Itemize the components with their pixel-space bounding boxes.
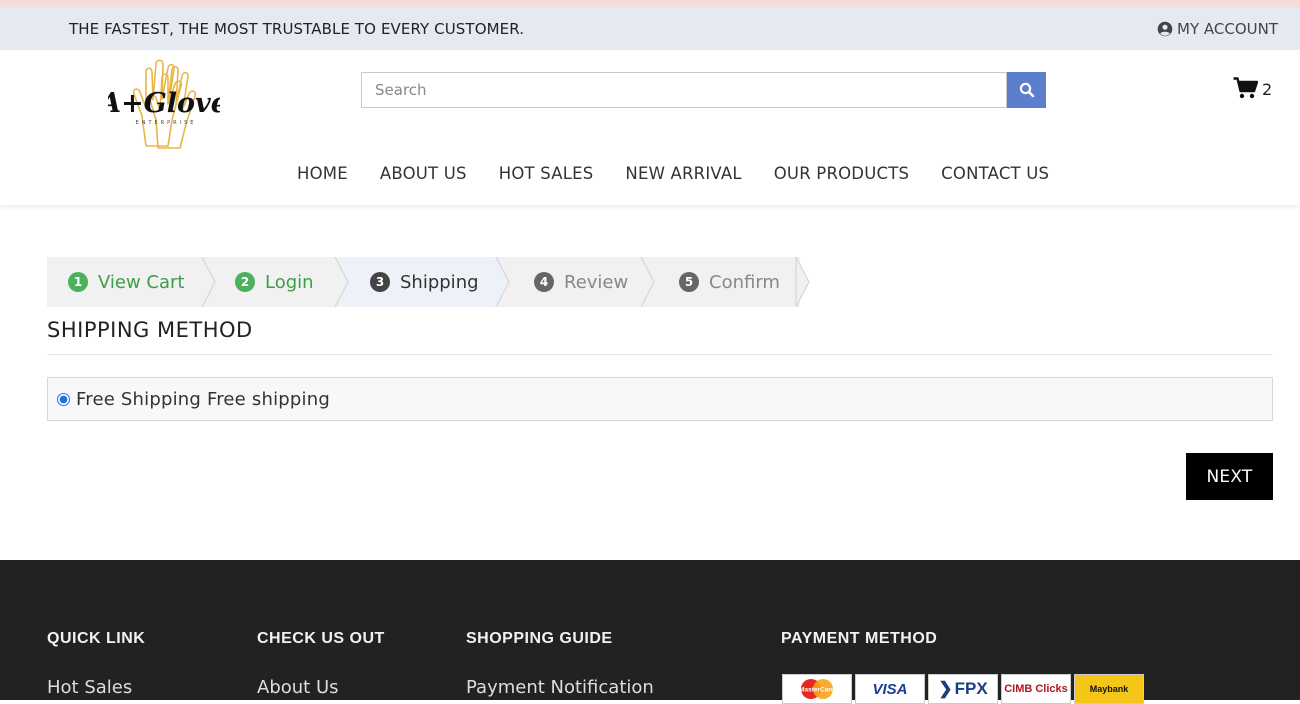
- visa-text: VISA: [872, 680, 908, 698]
- top-bar: THE FASTEST, THE MOST TRUSTABLE TO EVERY…: [0, 7, 1300, 50]
- step-number: 4: [534, 272, 554, 292]
- payment-method-heading: PAYMENT METHOD: [781, 630, 938, 647]
- footer-link-about-us[interactable]: About Us: [257, 677, 339, 698]
- maybank-text: Maybank: [1089, 684, 1129, 694]
- svg-text:A+Glove: A+Glove: [108, 88, 220, 119]
- site-header: A+Glove ENTERPRISE 2 HOME ABOUT US HOT S…: [0, 50, 1300, 205]
- step-login[interactable]: 2 Login: [208, 257, 339, 307]
- tagline: THE FASTEST, THE MOST TRUSTABLE TO EVERY…: [69, 19, 525, 38]
- nav-home[interactable]: HOME: [297, 164, 348, 183]
- cart-count: 2: [1262, 80, 1273, 99]
- site-logo[interactable]: A+Glove ENTERPRISE: [97, 54, 228, 152]
- checkout-steps: 1 View Cart 2 Login 3 Shipping 4 Review …: [47, 257, 810, 307]
- svg-text:ENTERPRISE: ENTERPRISE: [136, 120, 197, 126]
- step-view-cart[interactable]: 1 View Cart: [47, 257, 208, 307]
- footer-link-payment-notification[interactable]: Payment Notification: [466, 677, 654, 698]
- nav-hot-sales[interactable]: HOT SALES: [499, 164, 594, 183]
- cimb-clicks-text: CIMB Clicks: [1004, 683, 1068, 695]
- nav-our-products[interactable]: OUR PRODUCTS: [774, 164, 909, 183]
- my-account-label: MY ACCOUNT: [1177, 19, 1278, 38]
- nav-contact-us[interactable]: CONTACT US: [941, 164, 1049, 183]
- step-number: 1: [68, 272, 88, 292]
- search-button[interactable]: [1007, 72, 1046, 108]
- main-nav: HOME ABOUT US HOT SALES NEW ARRIVAL OUR …: [297, 164, 1081, 183]
- search-bar: [361, 72, 1046, 108]
- step-number: 2: [235, 272, 255, 292]
- mastercard-icon: MasterCard: [799, 679, 835, 699]
- site-footer: QUICK LINK Hot Sales CHECK US OUT About …: [0, 560, 1300, 704]
- step-number: 5: [679, 272, 699, 292]
- shipping-option-row[interactable]: Free Shipping Free shipping: [47, 377, 1273, 421]
- nav-about-us[interactable]: ABOUT US: [380, 164, 467, 183]
- user-circle-icon: [1157, 21, 1173, 36]
- step-label: Review: [564, 271, 629, 293]
- divider: [47, 354, 1273, 355]
- step-shipping[interactable]: 3 Shipping: [339, 257, 501, 307]
- fpx-arrow-icon: ❯: [938, 679, 953, 698]
- step-confirm: 5 Confirm: [646, 257, 800, 307]
- mastercard-text: MasterCard: [799, 687, 835, 694]
- shopping-cart-icon: [1233, 77, 1258, 99]
- search-icon: [1019, 82, 1034, 98]
- cart-button[interactable]: 2: [1233, 77, 1272, 99]
- glove-logo-icon: A+Glove ENTERPRISE: [97, 59, 228, 149]
- step-label: Confirm: [709, 271, 780, 293]
- step-label: Login: [265, 271, 314, 293]
- next-button[interactable]: NEXT: [1186, 453, 1273, 500]
- fpx-text: FPX: [954, 679, 988, 698]
- nav-new-arrival[interactable]: NEW ARRIVAL: [625, 164, 741, 183]
- quick-link-heading: QUICK LINK: [47, 630, 146, 647]
- shipping-method-title: SHIPPING METHOD: [47, 318, 253, 342]
- my-account-link[interactable]: MY ACCOUNT: [1157, 20, 1278, 38]
- shipping-option-label: Free Shipping Free shipping: [76, 388, 330, 410]
- step-review: 4 Review: [501, 257, 646, 307]
- free-shipping-radio[interactable]: [57, 392, 70, 406]
- search-input[interactable]: [361, 72, 1007, 108]
- footer-link-hot-sales[interactable]: Hot Sales: [47, 677, 132, 698]
- top-accent-strip: [0, 0, 1300, 7]
- step-number: 3: [370, 272, 390, 292]
- shopping-guide-heading: SHOPPING GUIDE: [466, 630, 613, 647]
- step-label: View Cart: [98, 271, 185, 293]
- step-label: Shipping: [400, 271, 479, 293]
- check-us-out-heading: CHECK US OUT: [257, 630, 385, 647]
